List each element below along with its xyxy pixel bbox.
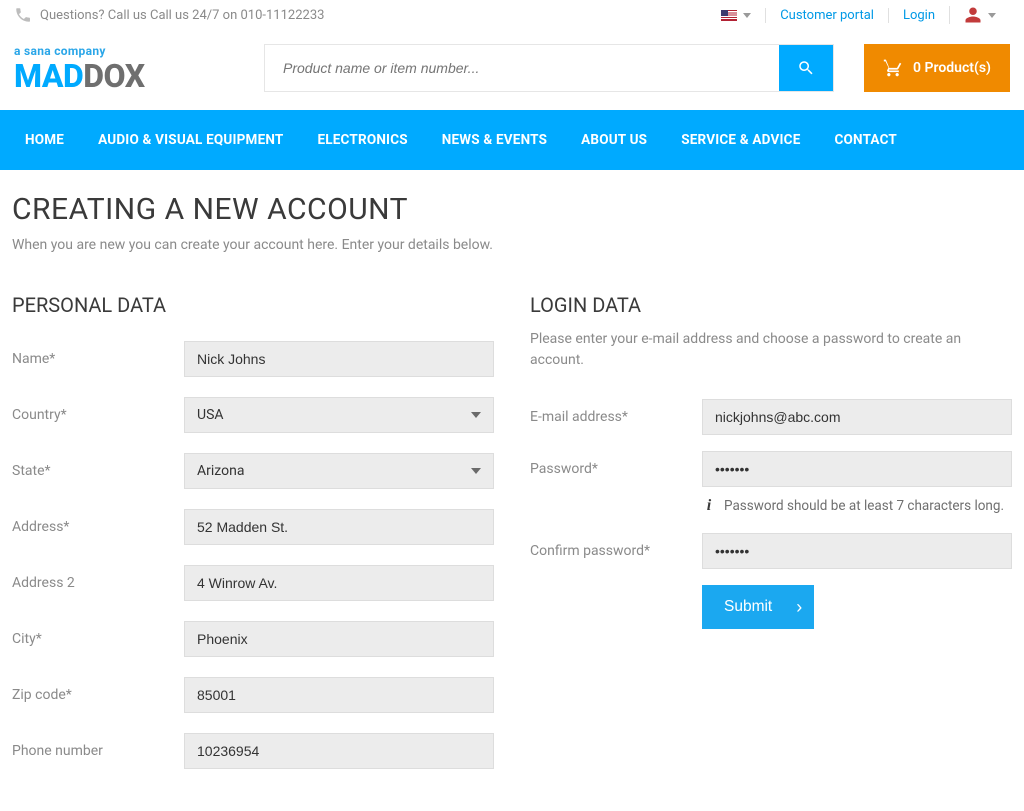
state-label: State* bbox=[12, 463, 184, 479]
customer-portal-link[interactable]: Customer portal bbox=[780, 8, 874, 23]
confirm-password-label: Confirm password* bbox=[530, 543, 702, 559]
main-nav: HOME AUDIO & VISUAL EQUIPMENT ELECTRONIC… bbox=[0, 110, 1024, 170]
customer-portal-link-wrap: Customer portal bbox=[765, 8, 888, 23]
nav-home[interactable]: HOME bbox=[8, 110, 81, 170]
name-input[interactable] bbox=[184, 341, 494, 377]
field-confirm-password: Confirm password* bbox=[530, 533, 1012, 569]
nav-audio-visual[interactable]: AUDIO & VISUAL EQUIPMENT bbox=[81, 110, 300, 170]
password-hint: Password should be at least 7 characters… bbox=[724, 498, 1004, 514]
phone-icon bbox=[14, 6, 32, 24]
cart-label: 0 Product(s) bbox=[913, 60, 991, 76]
caret-down-icon bbox=[988, 13, 996, 18]
topbar-left: Questions? Call us Call us 24/7 on 010-1… bbox=[14, 6, 324, 24]
logo-right: DOX bbox=[83, 60, 144, 92]
personal-heading: PERSONAL DATA bbox=[12, 293, 494, 317]
state-selected-value: Arizona bbox=[197, 463, 244, 479]
nav-news-events[interactable]: NEWS & EVENTS bbox=[425, 110, 564, 170]
submit-label: Submit bbox=[724, 598, 772, 616]
field-address2: Address 2 bbox=[12, 565, 494, 601]
login-link[interactable]: Login bbox=[903, 8, 935, 23]
caret-down-icon bbox=[743, 13, 751, 18]
logo[interactable]: MADDOX bbox=[14, 60, 234, 92]
cart-button[interactable]: 0 Product(s) bbox=[864, 44, 1010, 92]
cart-icon bbox=[883, 58, 903, 78]
header: a sana company MADDOX 0 Product(s) bbox=[0, 30, 1024, 110]
phone-input[interactable] bbox=[184, 733, 494, 769]
field-country: Country* USA bbox=[12, 397, 494, 433]
state-select[interactable]: Arizona bbox=[184, 453, 494, 489]
country-selected-value: USA bbox=[197, 407, 224, 423]
chevron-down-icon bbox=[471, 468, 481, 474]
page-intro: When you are new you can create your acc… bbox=[12, 237, 1012, 253]
field-phone: Phone number bbox=[12, 733, 494, 769]
field-address: Address* bbox=[12, 509, 494, 545]
chevron-down-icon bbox=[471, 412, 481, 418]
field-state: State* Arizona bbox=[12, 453, 494, 489]
zip-label: Zip code* bbox=[12, 687, 184, 703]
personal-data-column: PERSONAL DATA Name* Country* USA State* bbox=[12, 293, 494, 789]
nav-contact[interactable]: CONTACT bbox=[818, 110, 915, 170]
field-email: E-mail address* bbox=[530, 399, 1012, 435]
email-input[interactable] bbox=[702, 399, 1012, 435]
topbar: Questions? Call us Call us 24/7 on 010-1… bbox=[0, 0, 1024, 30]
city-input[interactable] bbox=[184, 621, 494, 657]
city-label: City* bbox=[12, 631, 184, 647]
field-zip: Zip code* bbox=[12, 677, 494, 713]
logo-block: a sana company MADDOX bbox=[14, 44, 234, 92]
user-menu[interactable] bbox=[949, 6, 1010, 24]
phone-label: Phone number bbox=[12, 743, 184, 759]
login-description: Please enter your e-mail address and cho… bbox=[530, 329, 1012, 371]
logo-left: MAD bbox=[14, 60, 83, 92]
confirm-password-input[interactable] bbox=[702, 533, 1012, 569]
search-icon bbox=[797, 59, 815, 77]
name-label: Name* bbox=[12, 351, 184, 367]
form-columns: PERSONAL DATA Name* Country* USA State* bbox=[12, 293, 1012, 789]
chevron-right-icon: › bbox=[796, 597, 802, 618]
search-button[interactable] bbox=[779, 45, 833, 91]
flag-us-icon bbox=[721, 10, 737, 21]
address2-label: Address 2 bbox=[12, 575, 184, 591]
address2-input[interactable] bbox=[184, 565, 494, 601]
info-icon: i bbox=[702, 497, 716, 515]
search-wrap bbox=[264, 44, 834, 92]
topbar-question-text: Questions? Call us Call us 24/7 on 010-1… bbox=[40, 8, 324, 23]
address-input[interactable] bbox=[184, 509, 494, 545]
page-container: CREATING A NEW ACCOUNT When you are new … bbox=[0, 170, 1024, 811]
country-label: Country* bbox=[12, 407, 184, 423]
field-password: Password* bbox=[530, 451, 1012, 487]
search-input[interactable] bbox=[265, 45, 779, 91]
login-data-column: LOGIN DATA Please enter your e-mail addr… bbox=[530, 293, 1012, 789]
nav-about-us[interactable]: ABOUT US bbox=[564, 110, 664, 170]
address-label: Address* bbox=[12, 519, 184, 535]
password-hint-row: i Password should be at least 7 characte… bbox=[702, 497, 1012, 515]
country-select[interactable]: USA bbox=[184, 397, 494, 433]
nav-electronics[interactable]: ELECTRONICS bbox=[300, 110, 424, 170]
login-link-wrap: Login bbox=[888, 8, 949, 23]
password-label: Password* bbox=[530, 461, 702, 477]
field-name: Name* bbox=[12, 341, 494, 377]
field-city: City* bbox=[12, 621, 494, 657]
logo-tagline: a sana company bbox=[14, 44, 234, 58]
nav-service-advice[interactable]: SERVICE & ADVICE bbox=[664, 110, 817, 170]
submit-button[interactable]: Submit › bbox=[702, 585, 814, 629]
topbar-right: Customer portal Login bbox=[707, 6, 1010, 24]
zip-input[interactable] bbox=[184, 677, 494, 713]
password-input[interactable] bbox=[702, 451, 1012, 487]
login-heading: LOGIN DATA bbox=[530, 293, 1012, 317]
submit-row: Submit › bbox=[702, 585, 1012, 629]
email-label: E-mail address* bbox=[530, 409, 702, 425]
page-title: CREATING A NEW ACCOUNT bbox=[12, 192, 1012, 227]
user-icon bbox=[964, 6, 982, 24]
language-selector[interactable] bbox=[707, 10, 765, 21]
